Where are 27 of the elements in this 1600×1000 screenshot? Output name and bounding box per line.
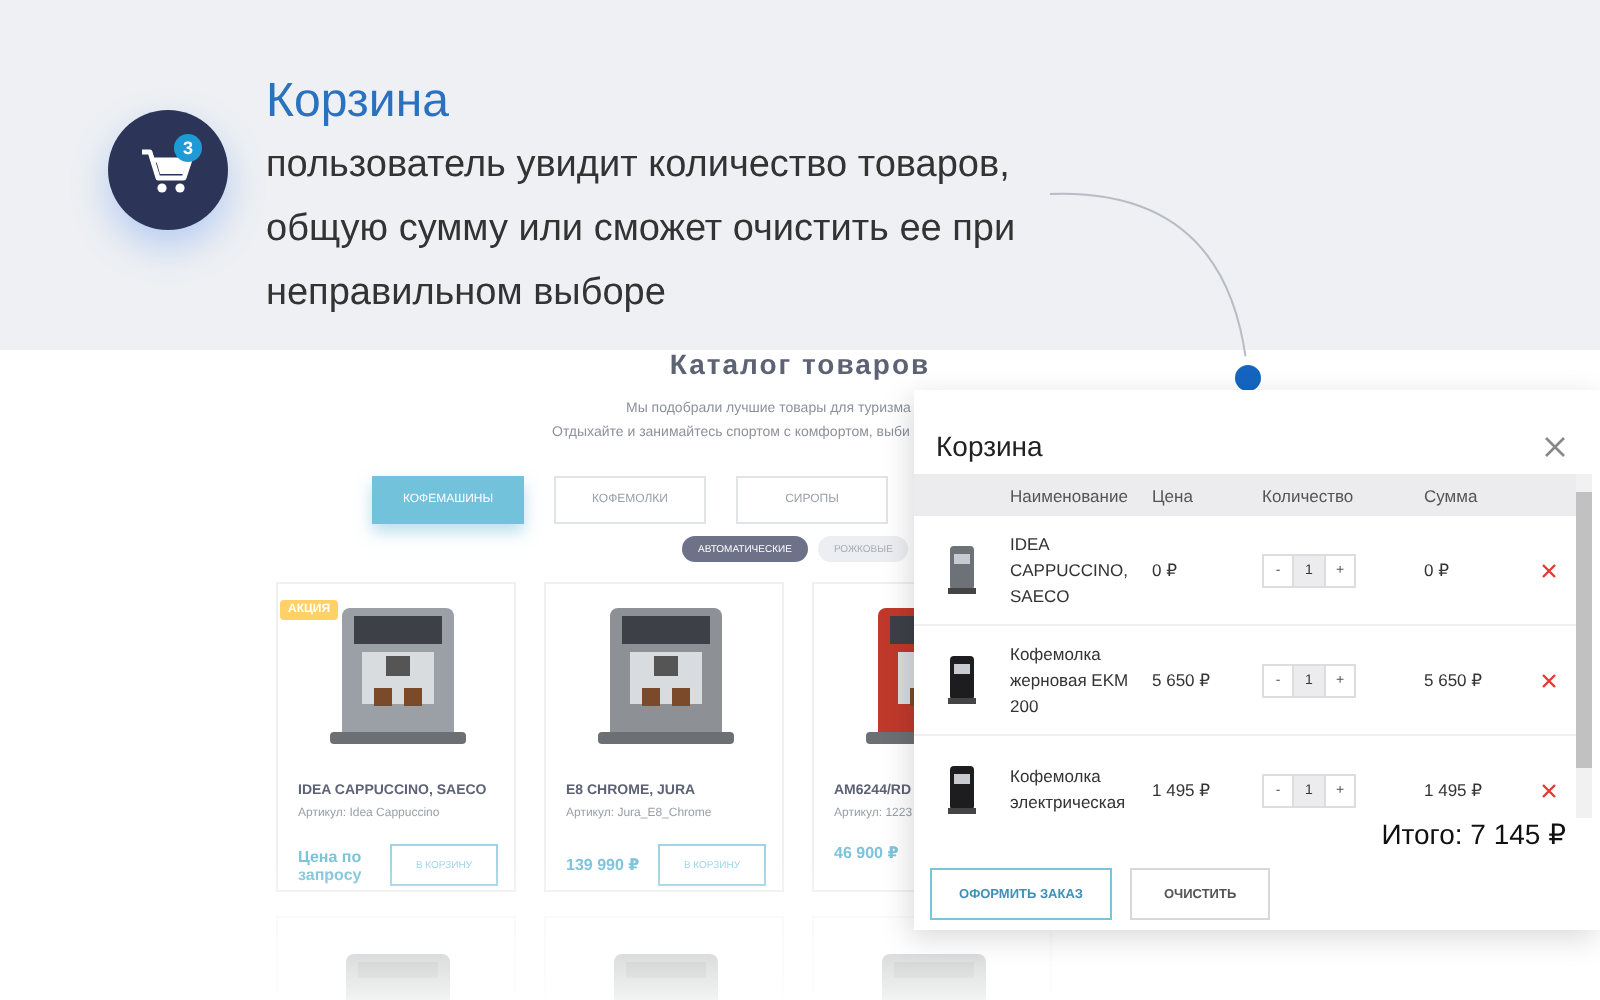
remove-icon[interactable] xyxy=(1542,563,1556,577)
column-header: Наименование xyxy=(1010,485,1130,505)
count-badge: 3 xyxy=(174,134,202,162)
table-cell-text: 0 ₽ xyxy=(1424,559,1451,581)
remove-icon[interactable] xyxy=(1542,783,1556,797)
remove-icon[interactable] xyxy=(1542,673,1556,687)
table-cell-text: Кофемолка жерновая EKM 200 xyxy=(1010,641,1131,719)
column-header: Цена xyxy=(1152,485,1195,505)
product-price: 139 990 ₽ xyxy=(566,856,642,874)
table-cell-text: 5 650 ₽ xyxy=(1424,669,1485,691)
column-header: Количество xyxy=(1262,485,1356,505)
scrollbar[interactable] xyxy=(1576,474,1592,818)
popup-title: Корзина xyxy=(936,430,1043,462)
column-header: Сумма xyxy=(1424,485,1480,505)
table-cell-text: 5 650 ₽ xyxy=(1152,669,1213,691)
product-price: Цена по запросу xyxy=(298,847,364,883)
callout-description: пользователь увидит количество товаров, общую сумму или сможет очистить ее при неправильном выборе xyxy=(266,142,1018,318)
table-cell-text: IDEA CAPPUCCINO, SAECO xyxy=(1010,531,1131,609)
cart-total: Итого: 7 145 ₽ xyxy=(1379,818,1568,852)
callout-title: Корзина xyxy=(266,74,451,130)
table-cell-text: 0 ₽ xyxy=(1152,559,1179,581)
close-icon[interactable] xyxy=(1544,435,1566,457)
product-price: 46 900 ₽ xyxy=(834,844,901,862)
table-cell-text: 1 495 ₽ xyxy=(1424,779,1485,801)
catalog-title: Каталог товаров xyxy=(667,350,933,378)
table-cell-text: 1 495 ₽ xyxy=(1152,779,1213,801)
table-cell-text: Кофемолка электрическая xyxy=(1010,764,1128,816)
